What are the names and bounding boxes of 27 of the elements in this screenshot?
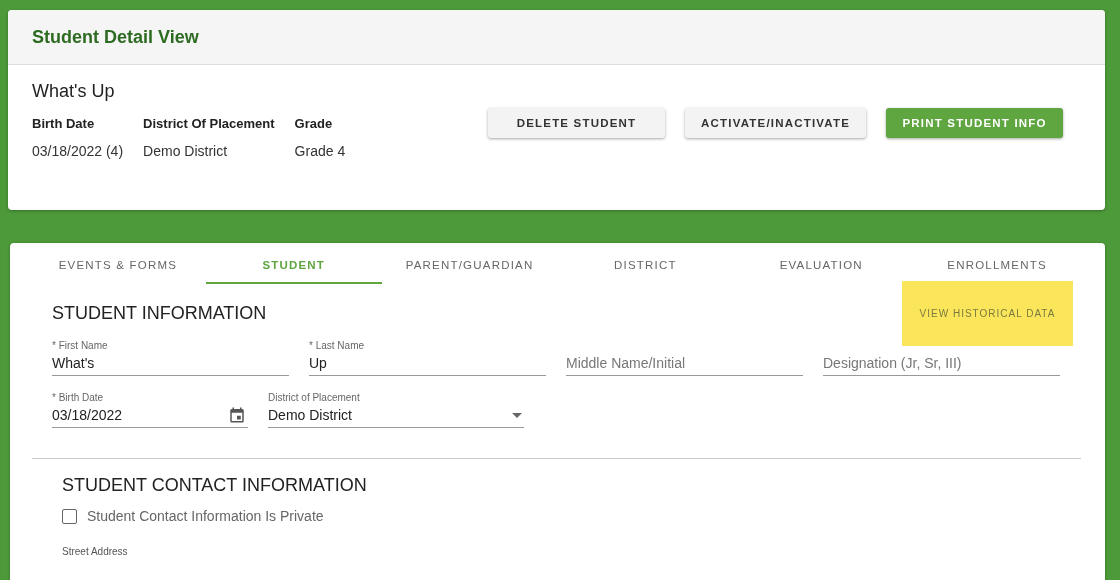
fact-value: Grade 4: [294, 143, 346, 159]
fact-value: 03/18/2022 (4): [32, 143, 124, 159]
input-field[interactable]: * Last Name Up: [309, 340, 546, 376]
input-field[interactable]: * First Name What's: [52, 340, 289, 376]
fact-label: Grade: [294, 116, 334, 131]
tab[interactable]: EVENTS & FORMS: [30, 243, 206, 284]
history-button[interactable]: VIEW HISTORICAL DATA: [902, 281, 1073, 346]
fact-label: Birth Date: [32, 116, 96, 131]
calendar-icon[interactable]: [228, 406, 246, 424]
private-checkbox[interactable]: Student Contact Information Is Private: [62, 508, 324, 524]
tab[interactable]: PARENT/GUARDIAN: [381, 243, 558, 284]
fact-value: Demo District: [143, 143, 229, 159]
section-title: STUDENT INFORMATION: [52, 303, 267, 324]
input-field[interactable]: Middle Name/Initial: [566, 340, 803, 376]
section-title: STUDENT CONTACT INFORMATION: [62, 475, 367, 496]
date-field[interactable]: * Birth Date 03/18/2022: [52, 392, 248, 428]
fact-label: District Of Placement: [143, 116, 275, 131]
tab[interactable]: EVALUATION: [733, 243, 910, 284]
action-button[interactable]: DELETE STUDENT: [488, 108, 665, 138]
field-label: Street Address: [62, 546, 128, 557]
select-field[interactable]: District of Placement Demo District: [268, 392, 524, 428]
student-name: What's Up: [32, 81, 116, 102]
dropdown-caret-icon[interactable]: [512, 412, 522, 418]
action-button[interactable]: ACTIVATE/INACTIVATE: [685, 108, 867, 138]
tab[interactable]: DISTRICT: [557, 243, 734, 284]
tab[interactable]: ENROLLMENTS: [909, 243, 1085, 284]
page-title: Student Detail View: [32, 26, 199, 48]
